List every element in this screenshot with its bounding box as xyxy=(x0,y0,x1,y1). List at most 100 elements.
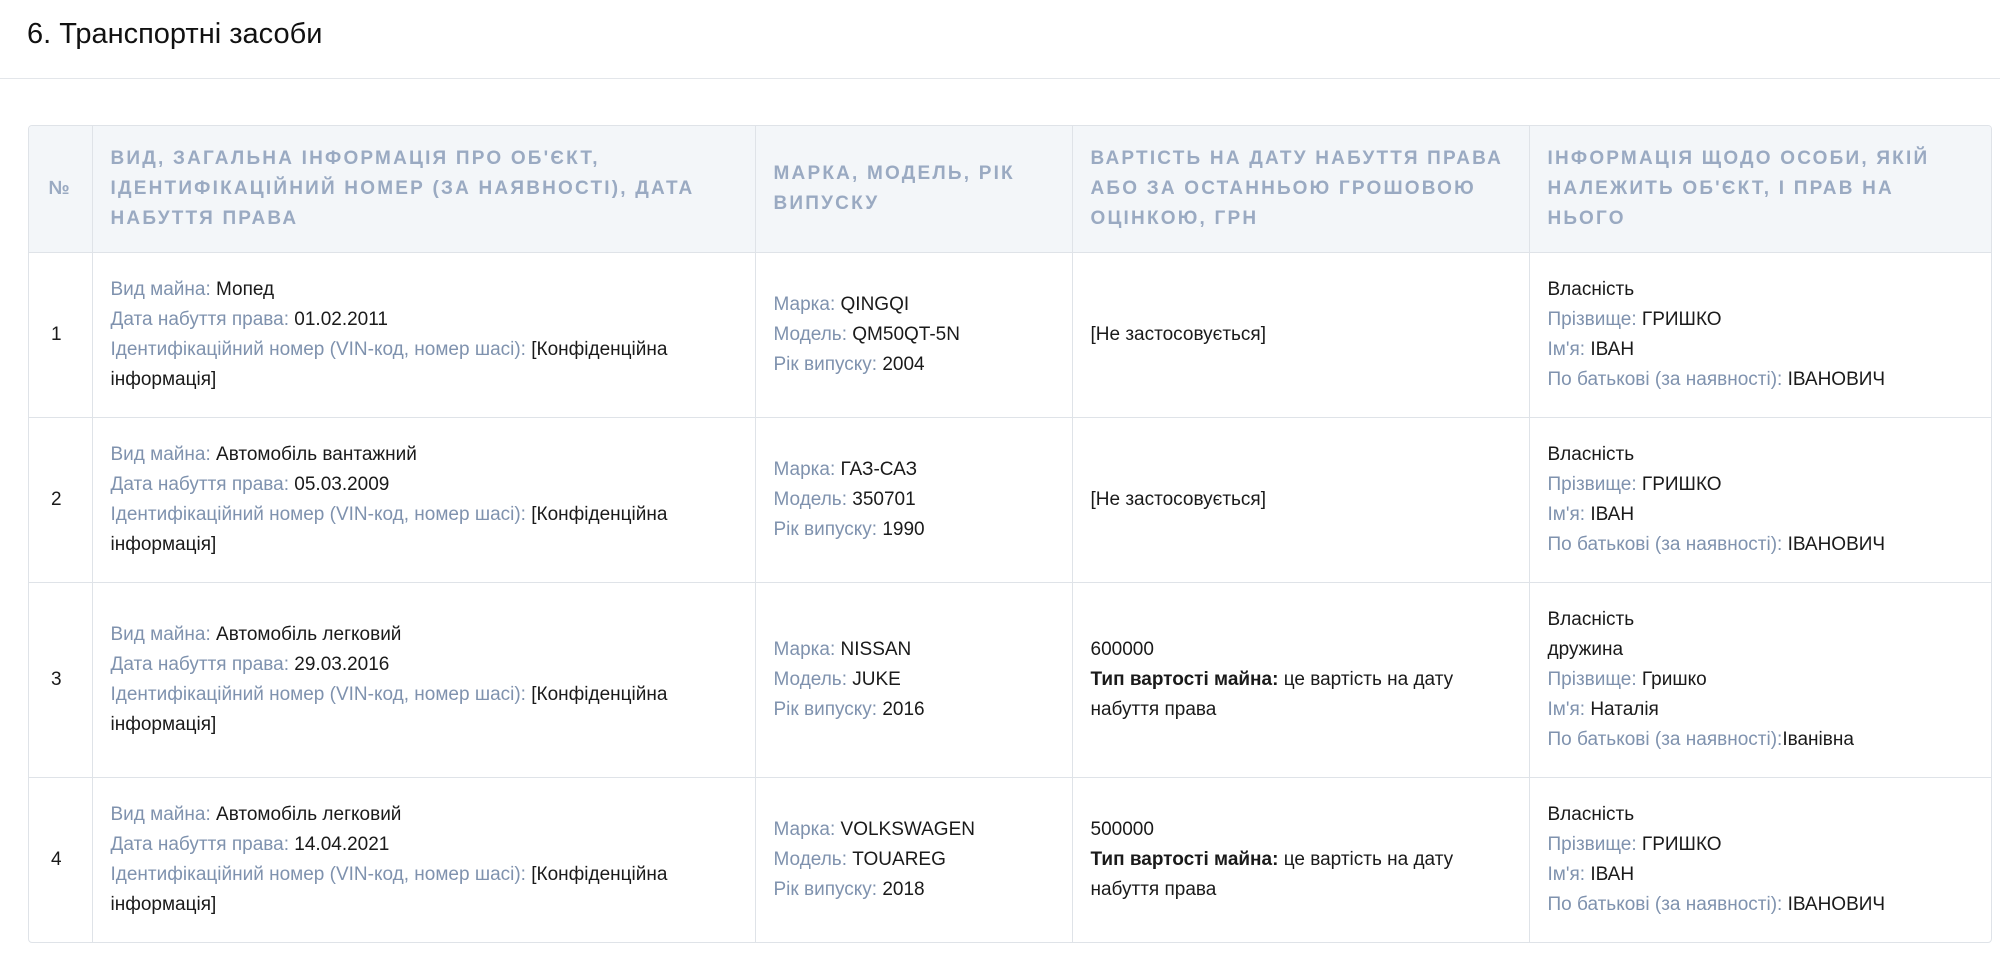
year: Рік випуску: 2004 xyxy=(774,350,1054,380)
make-label: Марка: xyxy=(773,818,836,840)
property-type: Вид майна: Автомобіль легковий xyxy=(111,620,737,650)
cell-brand: Марка: NISSAN Модель: JUKE Рік випуску: 20… xyxy=(755,582,1073,778)
owner-surname-label: Прізвище: xyxy=(1547,668,1637,690)
cell-owner: Власність Прізвище: ГРИШКО Ім'я: ІВАН По ба… xyxy=(1529,417,1991,583)
cell-brand: Марка: ГАЗ-САЗ Модель: 350701 Рік випуску:… xyxy=(755,417,1073,583)
owner-patronymic-label: По батькові (за наявності): xyxy=(1547,368,1783,390)
model: Модель: QM50QT-5N xyxy=(774,320,1054,350)
owner-name: Ім'я: Наталія xyxy=(1548,695,1974,725)
property-type-label: Вид майна: xyxy=(110,803,211,825)
owner-surname-label: Прізвище: xyxy=(1547,308,1637,330)
model: Модель: 350701 xyxy=(774,485,1054,515)
value-amount: [Не застосовується] xyxy=(1090,488,1267,510)
owner-name-label: Ім'я: xyxy=(1547,338,1586,360)
value-type-label: Тип вартості майна: xyxy=(1090,848,1279,870)
value-type: Тип вартості майна: це вартість на дату … xyxy=(1091,845,1511,905)
cell-value: 500000 Тип вартості майна: це вартість на… xyxy=(1072,777,1530,942)
owner-patronymic: По батькові (за наявності): ІВАНОВИЧ xyxy=(1548,890,1974,920)
value-amount: 600000 xyxy=(1090,638,1154,660)
table-row: 3 Вид майна: Автомобіль легковий Дата набу… xyxy=(29,582,1991,778)
vin-label: Ідентифікаційний номер (VIN-код, номер ш… xyxy=(110,338,526,360)
vin: Ідентифікаційний номер (VIN-код, номер ш… xyxy=(111,500,737,560)
cell-owner: Власність Прізвище: ГРИШКО Ім'я: ІВАН По ба… xyxy=(1529,777,1991,942)
owner-surname-label: Прізвище: xyxy=(1547,473,1637,495)
model-value: 350701 xyxy=(852,488,916,510)
cell-type: Вид майна: Мопед Дата набуття права: 01.0… xyxy=(92,252,756,418)
vehicles-table: № Вид, загальна інформація про об'єкт, і… xyxy=(29,126,1991,942)
acquired-date-value: 29.03.2016 xyxy=(294,653,390,675)
vin-label: Ідентифікаційний номер (VIN-код, номер ш… xyxy=(110,503,526,525)
model-value: QM50QT-5N xyxy=(852,323,960,345)
model-label: Модель: xyxy=(773,848,847,870)
owner-name: Ім'я: ІВАН xyxy=(1548,500,1974,530)
owner-surname: Прізвище: ГРИШКО xyxy=(1548,830,1974,860)
section-header: 6. Транспортні засоби xyxy=(0,0,2000,79)
table-row: 2 Вид майна: Автомобіль вантажний Дата наб… xyxy=(29,417,1991,583)
table-row: 4 Вид майна: Автомобіль легковий Дата набу… xyxy=(29,777,1991,942)
property-type-label: Вид майна: xyxy=(110,623,211,645)
cell-owner: Власність дружина Прізвище: Гришко Ім'я: На… xyxy=(1529,582,1991,778)
property-type-value: Автомобіль легковий xyxy=(216,803,402,825)
model: Модель: JUKE xyxy=(774,665,1054,695)
vin-label: Ідентифікаційний номер (VIN-код, номер ш… xyxy=(110,863,526,885)
make-value: QINGQI xyxy=(840,293,910,315)
cell-value: [Не застосовується] xyxy=(1072,252,1530,418)
model: Модель: TOUAREG xyxy=(774,845,1054,875)
value-type-label: Тип вартості майна: xyxy=(1090,668,1279,690)
acquired-date-label: Дата набуття права: xyxy=(110,473,290,495)
property-type-value: Мопед xyxy=(216,278,275,300)
owner-patronymic-value: Іванівна xyxy=(1782,728,1854,750)
property-type-value: Автомобіль вантажний xyxy=(216,443,417,465)
make-value: NISSAN xyxy=(840,638,912,660)
header-num: № xyxy=(29,126,93,253)
owner-patronymic: По батькові (за наявності): ІВАНОВИЧ xyxy=(1548,365,1974,395)
owner-surname-value: ГРИШКО xyxy=(1641,833,1722,855)
year: Рік випуску: 1990 xyxy=(774,515,1054,545)
ownership-type: Власність xyxy=(1547,803,1635,825)
ownership-type: Власність xyxy=(1547,443,1635,465)
year-value: 1990 xyxy=(882,518,925,540)
model-label: Модель: xyxy=(773,323,847,345)
owner-relation: дружина xyxy=(1547,638,1624,660)
make-value: VOLKSWAGEN xyxy=(840,818,975,840)
property-type: Вид майна: Автомобіль вантажний xyxy=(111,440,737,470)
acquired-date: Дата набуття права: 01.02.2011 xyxy=(111,305,737,335)
cell-type: Вид майна: Автомобіль легковий Дата набут… xyxy=(92,582,756,778)
acquired-date-value: 14.04.2021 xyxy=(294,833,390,855)
owner-patronymic-value: ІВАНОВИЧ xyxy=(1787,893,1886,915)
header-type: Вид, загальна інформація про об'єкт, іде… xyxy=(92,126,756,253)
acquired-date: Дата набуття права: 14.04.2021 xyxy=(111,830,737,860)
header-row: № Вид, загальна інформація про об'єкт, і… xyxy=(29,126,1991,253)
acquired-date-label: Дата набуття права: xyxy=(110,308,290,330)
cell-type: Вид майна: Автомобіль легковий Дата набут… xyxy=(92,777,756,942)
owner-surname-value: ГРИШКО xyxy=(1641,473,1722,495)
make-label: Марка: xyxy=(773,638,836,660)
cell-num: 1 xyxy=(29,252,93,418)
owner-name: Ім'я: ІВАН xyxy=(1548,860,1974,890)
model-label: Модель: xyxy=(773,668,847,690)
owner-name-value: ІВАН xyxy=(1590,503,1635,525)
year-label: Рік випуску: xyxy=(773,878,878,900)
cell-brand: Марка: VOLKSWAGEN Модель: TOUAREG Рік випу… xyxy=(755,777,1073,942)
owner-patronymic-label: По батькові (за наявності): xyxy=(1547,533,1783,555)
make: Марка: ГАЗ-САЗ xyxy=(774,455,1054,485)
owner-patronymic: По батькові (за наявності):Іванівна xyxy=(1548,725,1974,755)
cell-num: 4 xyxy=(29,777,93,942)
owner-surname: Прізвище: Гришко xyxy=(1548,665,1974,695)
owner-patronymic-value: ІВАНОВИЧ xyxy=(1787,533,1886,555)
owner-name-label: Ім'я: xyxy=(1547,863,1586,885)
owner-surname-label: Прізвище: xyxy=(1547,833,1637,855)
model-label: Модель: xyxy=(773,488,847,510)
cell-brand: Марка: QINGQI Модель: QM50QT-5N Рік випуск… xyxy=(755,252,1073,418)
year-label: Рік випуску: xyxy=(773,353,878,375)
acquired-date: Дата набуття права: 29.03.2016 xyxy=(111,650,737,680)
vin: Ідентифікаційний номер (VIN-код, номер ш… xyxy=(111,860,737,920)
make-label: Марка: xyxy=(773,293,836,315)
ownership-type: Власність xyxy=(1547,608,1635,630)
model-value: TOUAREG xyxy=(852,848,946,870)
vehicles-table-container: № Вид, загальна інформація про об'єкт, і… xyxy=(28,125,1992,943)
acquired-date-label: Дата набуття права: xyxy=(110,833,290,855)
owner-patronymic: По батькові (за наявності): ІВАНОВИЧ xyxy=(1548,530,1974,560)
make-label: Марка: xyxy=(773,458,836,480)
owner-name-value: Наталія xyxy=(1590,698,1659,720)
